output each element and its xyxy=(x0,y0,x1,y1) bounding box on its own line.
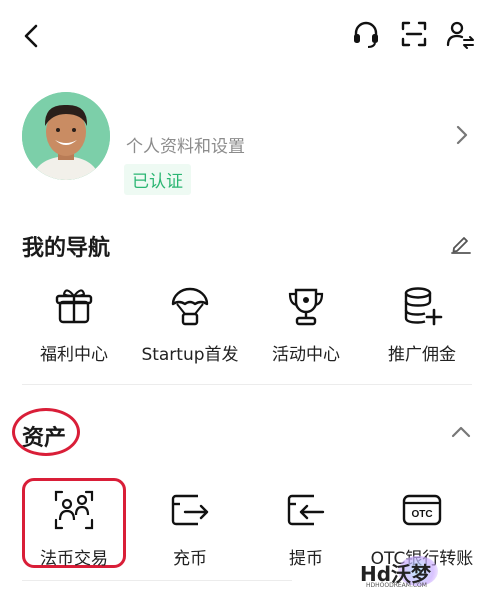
asset-item-withdraw[interactable]: 提币 xyxy=(246,488,366,569)
asset-item-label: 充币 xyxy=(173,549,207,569)
gift-icon xyxy=(52,284,96,328)
asset-item-deposit[interactable]: 充币 xyxy=(130,488,250,569)
edit-pencil-icon[interactable] xyxy=(450,232,472,254)
fiat-exchange-icon xyxy=(52,488,96,532)
nav-item-referral-commission[interactable]: 推广佣金 xyxy=(362,284,482,365)
nav-item-label: 推广佣金 xyxy=(388,345,456,365)
withdraw-icon xyxy=(284,488,328,532)
chevron-up-icon[interactable] xyxy=(450,424,472,440)
chevron-right-icon[interactable] xyxy=(454,124,470,146)
nav-item-activity-center[interactable]: 活动中心 xyxy=(246,284,366,365)
highlight-circle xyxy=(12,408,80,456)
section-divider xyxy=(22,384,472,385)
watermark-url: HDHOODREAM.COM xyxy=(366,582,427,589)
customer-service-headset-icon[interactable] xyxy=(350,18,382,50)
parachute-icon xyxy=(168,284,212,328)
switch-account-icon[interactable] xyxy=(444,18,476,50)
nav-item-label: Startup首发 xyxy=(141,345,239,365)
asset-item-label: 提币 xyxy=(289,549,323,569)
profile-settings-link[interactable]: 个人资料和设置 xyxy=(126,132,245,157)
nav-item-startup[interactable]: Startup首发 xyxy=(130,284,250,365)
svg-text:OTC: OTC xyxy=(411,509,432,520)
nav-item-label: 福利中心 xyxy=(40,345,108,365)
section-divider xyxy=(22,580,292,581)
coins-plus-icon xyxy=(400,284,444,328)
nav-item-welfare-center[interactable]: 福利中心 xyxy=(14,284,134,365)
nav-item-label: 活动中心 xyxy=(272,345,340,365)
avatar[interactable] xyxy=(22,92,110,180)
trophy-icon xyxy=(284,284,328,328)
navigation-section-title: 我的导航 xyxy=(22,236,111,261)
back-arrow-icon[interactable] xyxy=(18,20,46,52)
asset-item-label: 法币交易 xyxy=(40,549,108,569)
deposit-icon xyxy=(168,488,212,532)
asset-item-fiat-trading[interactable]: 法币交易 xyxy=(14,488,134,569)
scan-icon[interactable] xyxy=(398,18,430,50)
verified-badge: 已认证 xyxy=(124,164,191,195)
otc-icon: OTC xyxy=(400,488,444,532)
